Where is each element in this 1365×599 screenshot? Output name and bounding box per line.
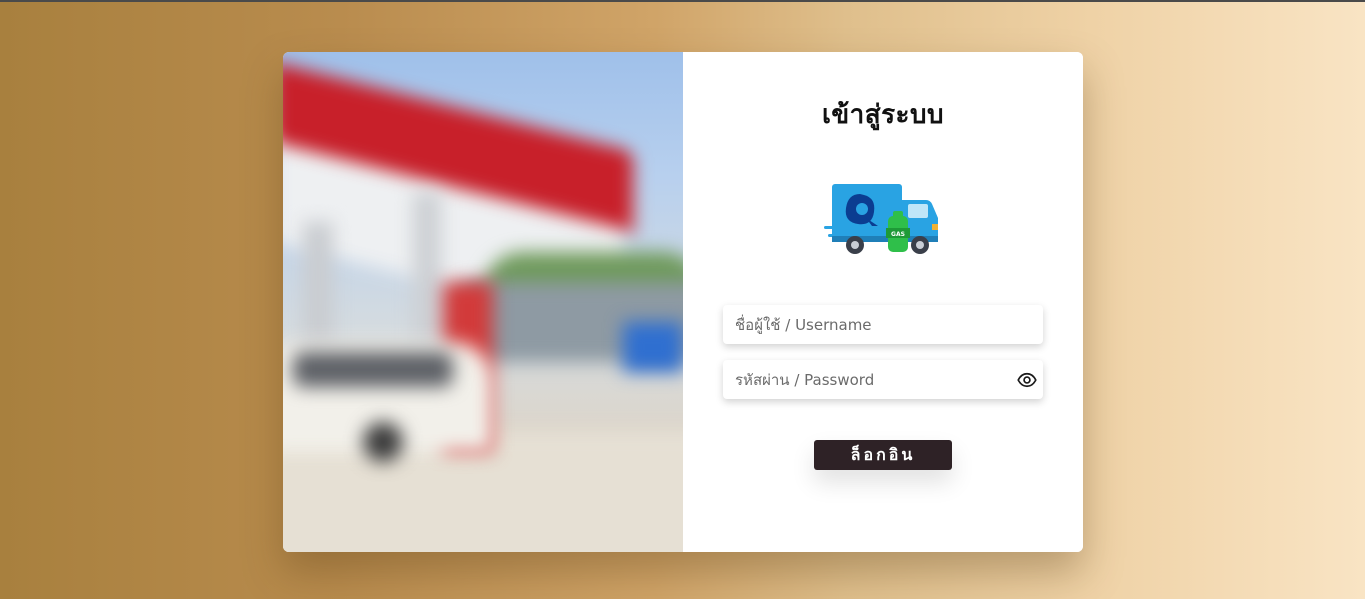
- password-field-wrapper: [723, 360, 1043, 399]
- login-form: เข้าสู่ระบบ GAS ชื่อผู้ใช้ / Username ล็…: [683, 52, 1083, 552]
- login-button[interactable]: ล็อกอิน: [814, 440, 952, 470]
- login-card: เข้าสู่ระบบ GAS ชื่อผู้ใช้ / Username ล็…: [283, 52, 1083, 552]
- password-input[interactable]: [723, 360, 1043, 399]
- gas-delivery-truck-icon: GAS: [824, 184, 938, 254]
- hero-photo: [283, 52, 683, 552]
- eye-icon[interactable]: [1017, 370, 1037, 390]
- photo-van-wheel: [363, 422, 403, 462]
- photo-blue-object: [623, 322, 683, 372]
- gas-badge-text: GAS: [891, 231, 905, 238]
- username-input[interactable]: [723, 305, 1043, 344]
- window-top-strip: [0, 0, 1365, 2]
- photo-van-window: [293, 352, 453, 387]
- login-title: เข้าสู่ระบบ: [821, 100, 945, 130]
- username-field-wrapper: [723, 305, 1043, 344]
